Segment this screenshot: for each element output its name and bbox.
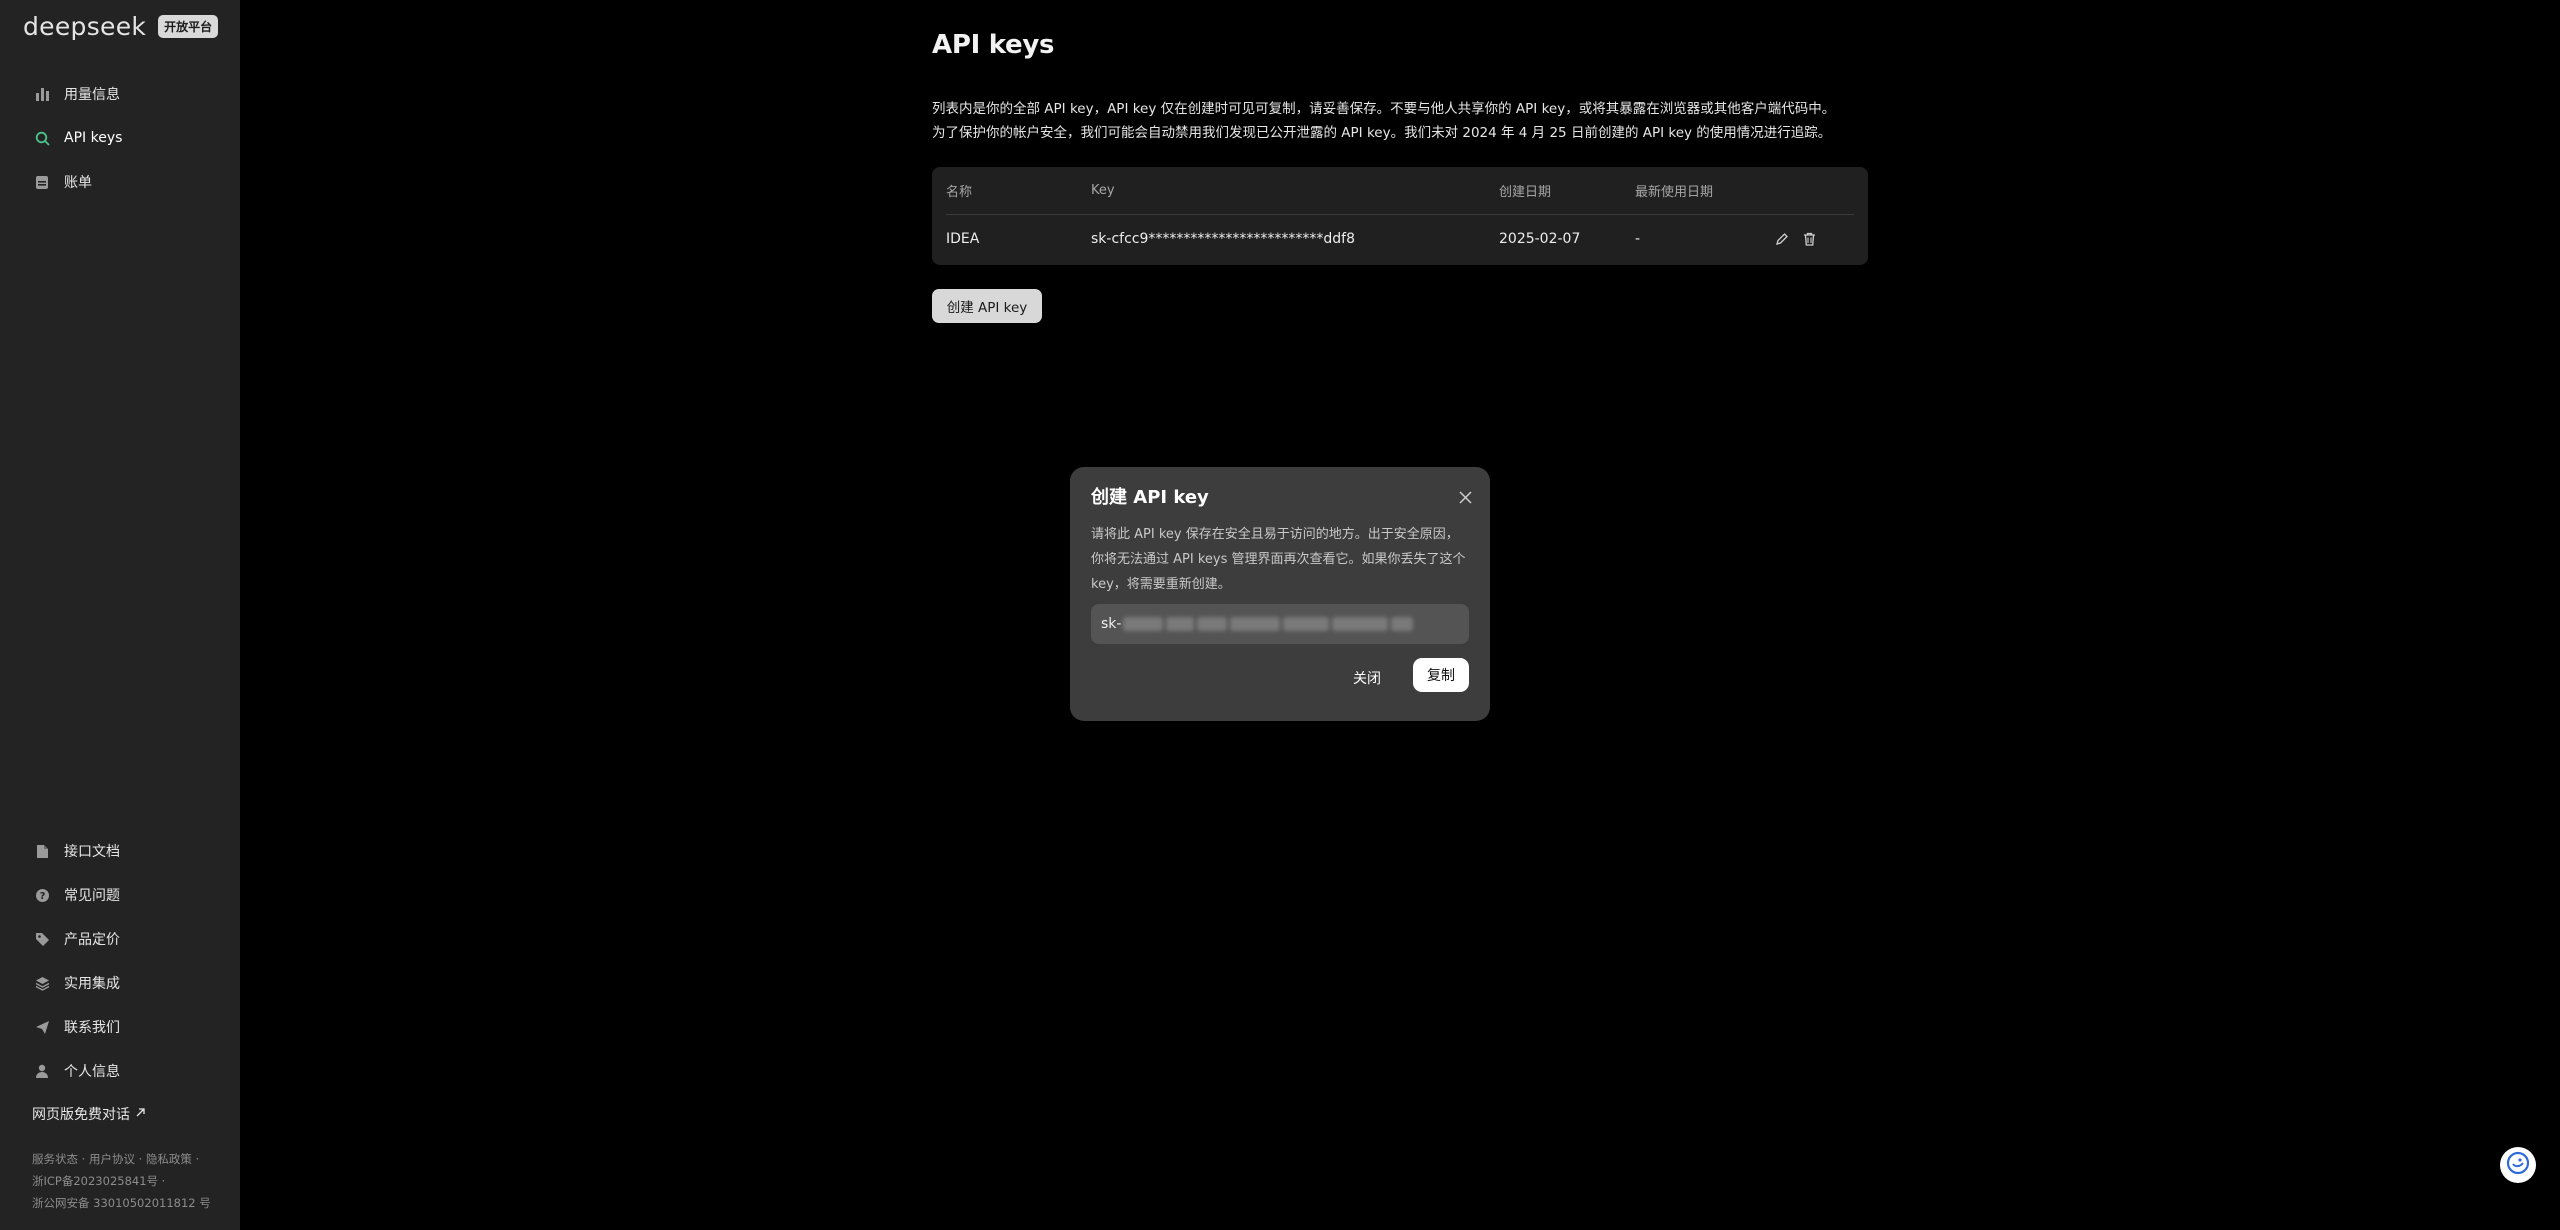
app-root: deepseek 开放平台 用量信息 API keys 账单 接口文档 ? 常见… xyxy=(0,0,2560,1230)
svg-text:?: ? xyxy=(39,891,45,902)
sidebar-item-profile[interactable]: 个人信息 xyxy=(0,1049,240,1093)
external-link-icon xyxy=(135,1106,146,1122)
sidebar-nav-bottom: 接口文档 ? 常见问题 产品定价 实用集成 联系我们 个人信息 xyxy=(0,829,240,1093)
sidebar-item-integrations[interactable]: 实用集成 xyxy=(0,961,240,1005)
table-header: 名称 Key 创建日期 最新使用日期 xyxy=(946,167,1854,215)
document-icon xyxy=(34,843,50,859)
sidebar-item-label: 个人信息 xyxy=(64,1064,120,1080)
service-status-link[interactable]: 服务状态 xyxy=(32,1152,78,1166)
web-chat-link[interactable]: 网页版免费对话 xyxy=(32,1104,146,1124)
column-header-created: 创建日期 xyxy=(1499,185,1552,200)
sidebar-item-faq[interactable]: ? 常见问题 xyxy=(0,873,240,917)
bar-chart-icon xyxy=(34,86,50,102)
sidebar-item-pricing[interactable]: 产品定价 xyxy=(0,917,240,961)
icp-link[interactable]: 浙ICP备2023025841号 xyxy=(32,1174,158,1188)
sidebar-item-usage[interactable]: 用量信息 xyxy=(0,72,240,116)
send-icon xyxy=(34,1019,50,1035)
key-created-cell: 2025-02-07 xyxy=(1499,231,1581,247)
row-actions xyxy=(1775,232,1816,246)
close-button[interactable]: 关闭 xyxy=(1353,668,1381,688)
description-line: 为了保护你的帐户安全，我们可能会自动禁用我们发现已公开泄露的 API key。我… xyxy=(932,125,1832,141)
sidebar-item-contact[interactable]: 联系我们 xyxy=(0,1005,240,1049)
table-row: IDEA sk-cfcc9*************************dd… xyxy=(946,215,1854,263)
tag-icon xyxy=(34,931,50,947)
create-api-key-button[interactable]: 创建 API key xyxy=(932,289,1042,323)
sidebar-item-billing[interactable]: 账单 xyxy=(0,160,240,204)
column-header-key: Key xyxy=(1091,183,1115,198)
sidebar-item-label: 常见问题 xyxy=(64,888,120,904)
create-api-key-dialog: 创建 API key 请将此 API key 保存在安全且易于访问的地方。出于安… xyxy=(1070,467,1490,721)
chat-assistant-icon xyxy=(2506,1151,2530,1179)
sidebar-item-label: 账单 xyxy=(64,175,92,191)
description-line: 列表内是你的全部 API key，API key 仅在创建时可见可复制，请妥善保… xyxy=(932,101,1836,117)
sidebar-item-docs[interactable]: 接口文档 xyxy=(0,829,240,873)
platform-badge: 开放平台 xyxy=(158,15,219,38)
sidebar-item-label: 实用集成 xyxy=(64,976,120,992)
new-api-key-field[interactable]: sk- xyxy=(1091,604,1469,644)
user-icon xyxy=(34,1063,50,1079)
police-record-link[interactable]: 浙公网安备 33010502011812 号 xyxy=(32,1196,211,1210)
key-value-cell: sk-cfcc9*************************ddf8 xyxy=(1091,231,1355,247)
sidebar-item-label: 用量信息 xyxy=(64,87,120,103)
layers-icon xyxy=(34,975,50,991)
question-icon: ? xyxy=(34,887,50,903)
page-description: 列表内是你的全部 API key，API key 仅在创建时可见可复制，请妥善保… xyxy=(932,97,1932,145)
search-icon xyxy=(34,130,50,146)
sidebar-item-api-keys[interactable]: API keys xyxy=(0,116,240,160)
copy-button[interactable]: 复制 xyxy=(1413,658,1469,692)
close-icon[interactable] xyxy=(1459,489,1472,508)
sidebar-item-label: 联系我们 xyxy=(64,1020,120,1036)
key-last-used-cell: - xyxy=(1635,231,1641,247)
key-prefix: sk- xyxy=(1101,616,1122,632)
sidebar-nav-top: 用量信息 API keys 账单 xyxy=(0,72,240,204)
billing-icon xyxy=(34,174,50,190)
privacy-policy-link[interactable]: 隐私政策 xyxy=(146,1152,192,1166)
sidebar-item-label: 接口文档 xyxy=(64,844,120,860)
delete-icon[interactable] xyxy=(1803,232,1816,246)
sidebar: deepseek 开放平台 用量信息 API keys 账单 接口文档 ? 常见… xyxy=(0,0,240,1230)
column-header-last-used: 最新使用日期 xyxy=(1635,185,1714,200)
dialog-message: 请将此 API key 保存在安全且易于访问的地方。出于安全原因，你将无法通过 … xyxy=(1091,527,1466,592)
key-name-cell: IDEA xyxy=(946,231,980,247)
api-key-table: 名称 Key 创建日期 最新使用日期 IDEA sk-cfcc9********… xyxy=(932,167,1868,265)
sidebar-item-label: 产品定价 xyxy=(64,932,120,948)
sidebar-footer: 服务状态 · 用户协议 · 隐私政策 · 浙ICP备2023025841号 · … xyxy=(32,1152,211,1210)
web-chat-label: 网页版免费对话 xyxy=(32,1107,130,1123)
assistant-button[interactable] xyxy=(2500,1147,2536,1183)
column-header-name: 名称 xyxy=(946,185,973,200)
redacted-key xyxy=(1123,617,1416,631)
edit-icon[interactable] xyxy=(1775,232,1789,246)
brand-logo: deepseek xyxy=(23,12,147,41)
brand[interactable]: deepseek 开放平台 xyxy=(23,12,219,41)
page-title: API keys xyxy=(932,30,1055,60)
user-agreement-link[interactable]: 用户协议 xyxy=(89,1152,135,1166)
sidebar-item-label: API keys xyxy=(64,130,123,146)
dialog-title: 创建 API key xyxy=(1091,487,1209,508)
